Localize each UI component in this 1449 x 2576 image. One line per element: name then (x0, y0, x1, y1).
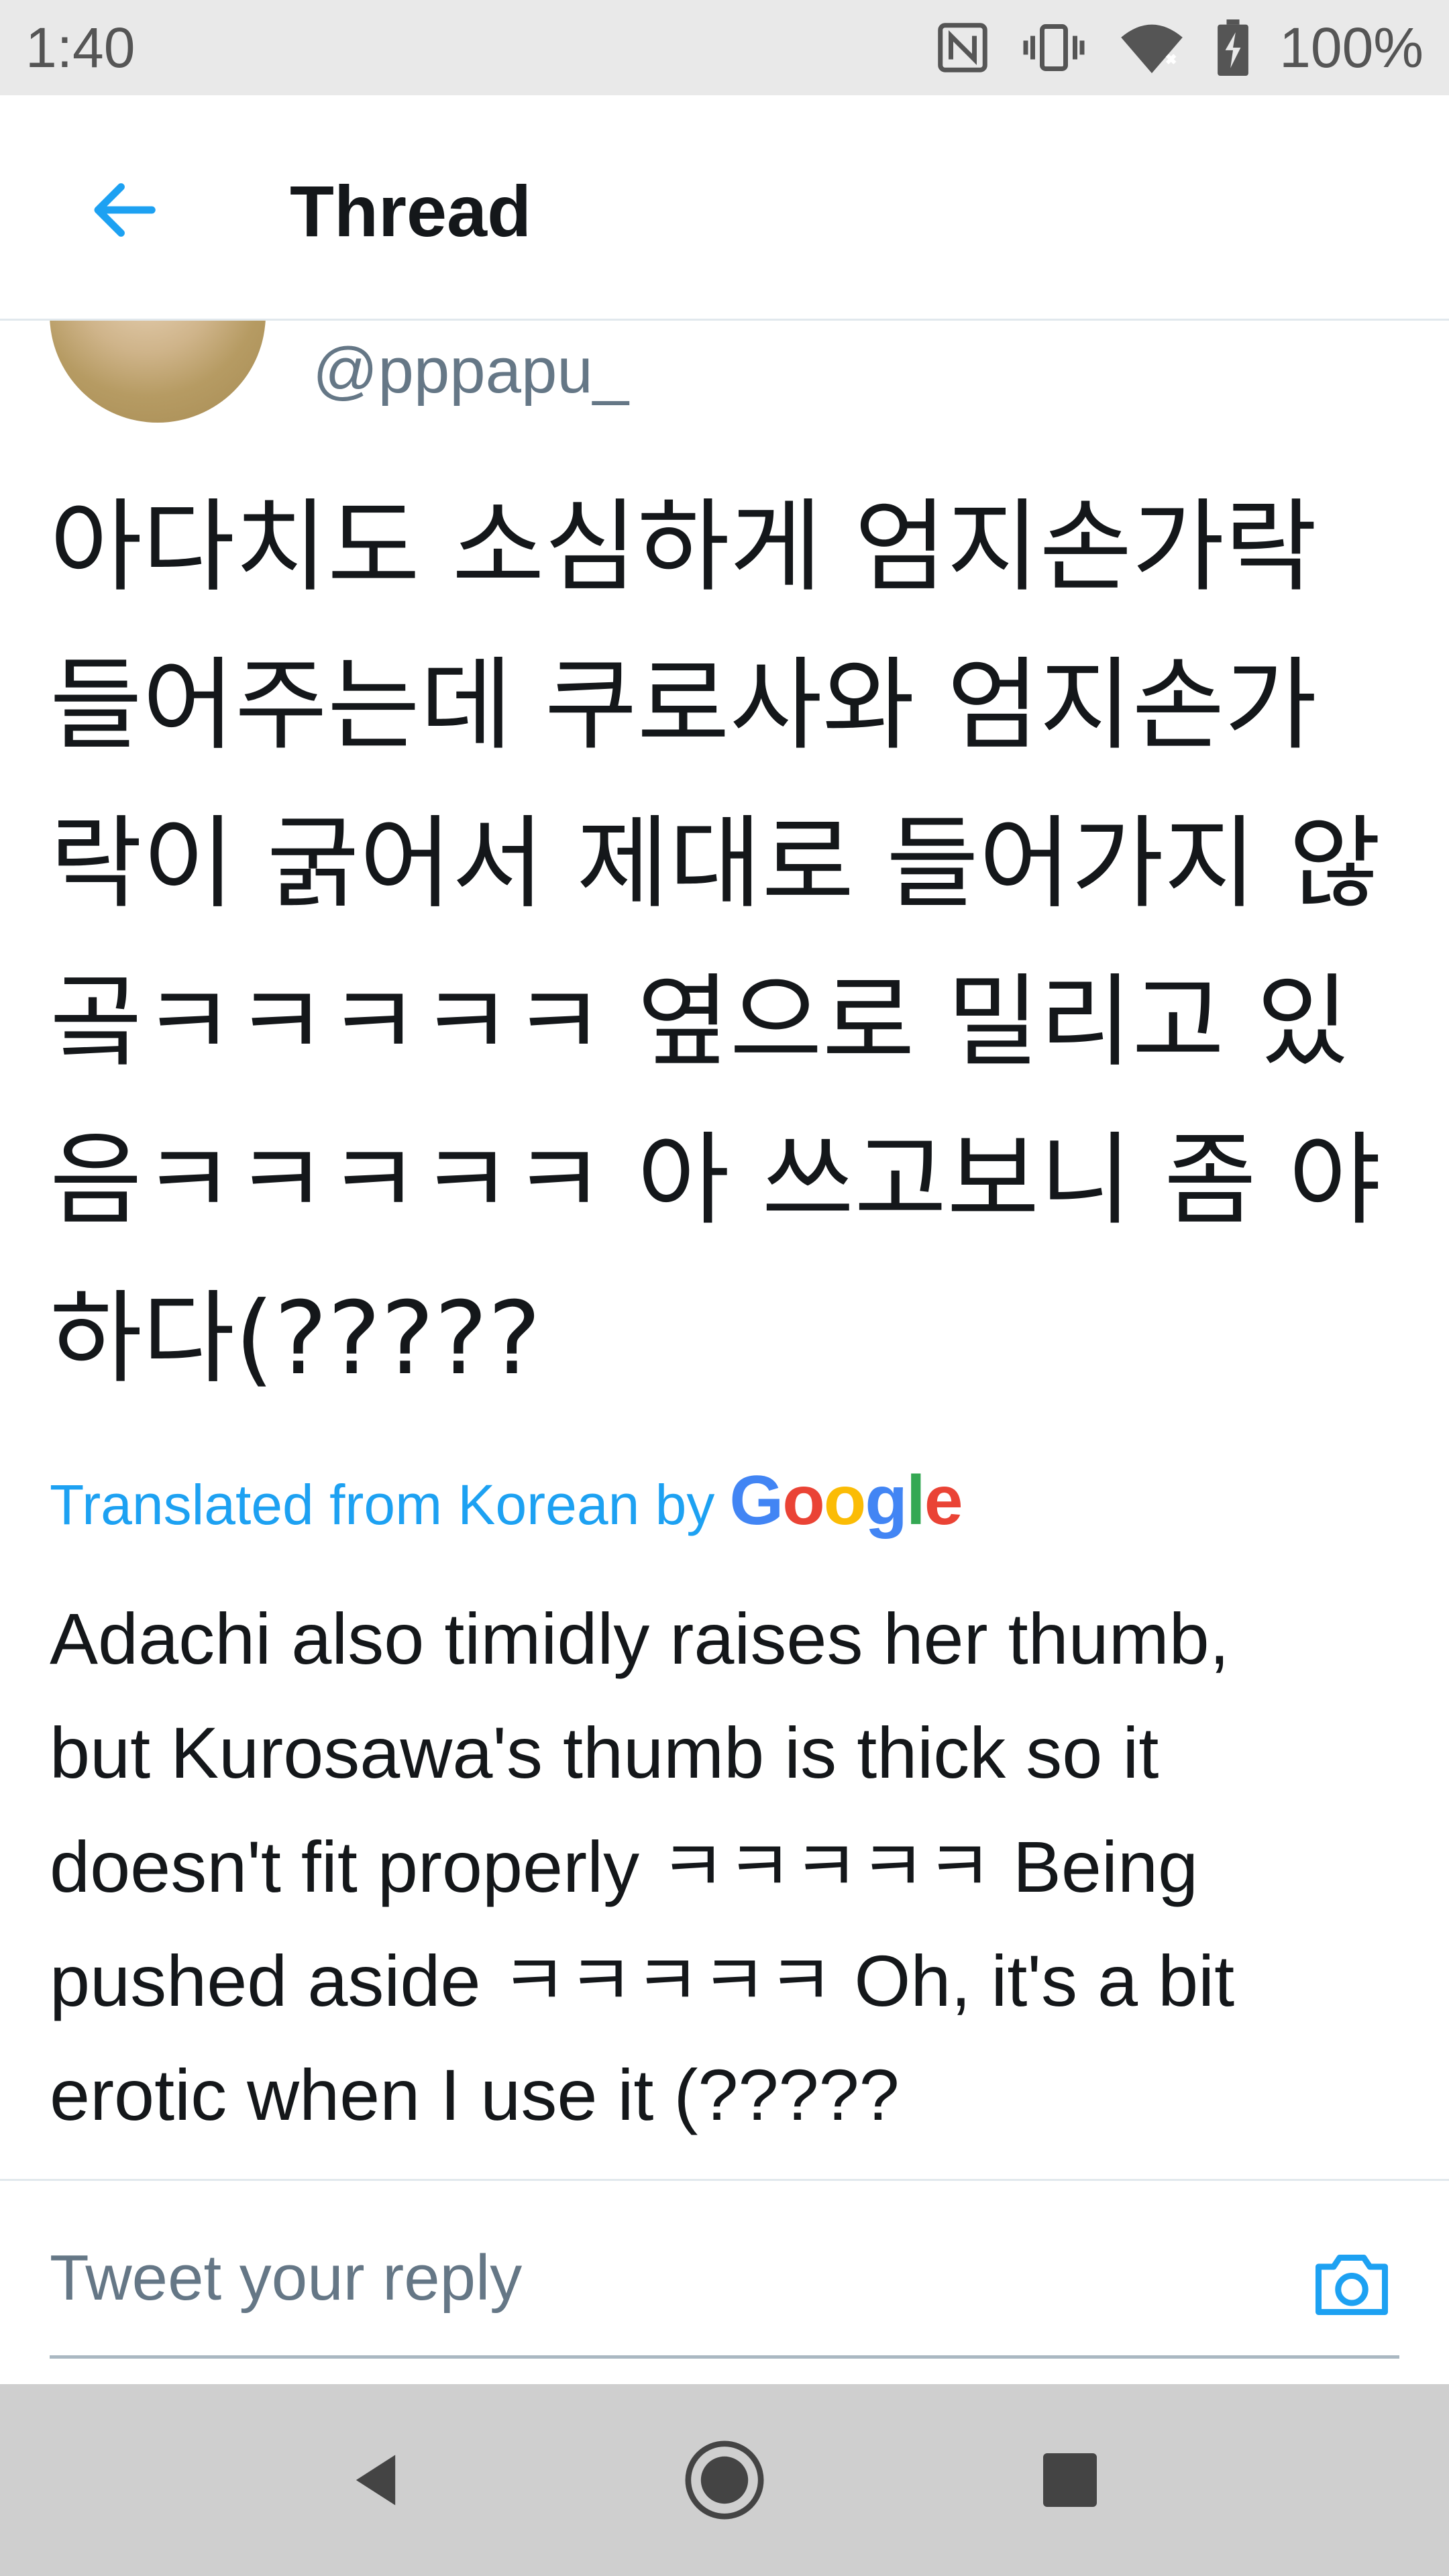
translation-attribution: Translated from Korean by Google (50, 1461, 963, 1541)
back-button[interactable] (74, 160, 174, 260)
navigation-bar (0, 2384, 1449, 2576)
translation-label: Translated from Korean by (50, 1473, 715, 1536)
battery-percent: 100% (1279, 15, 1424, 79)
nav-back-button[interactable] (332, 2436, 419, 2524)
arrow-left-icon (94, 183, 156, 237)
translated-text: Adachi also timidly raises her thumb, bu… (50, 1598, 1235, 2135)
home-circle-icon (685, 2440, 764, 2520)
nav-recents-button[interactable] (1026, 2436, 1114, 2524)
status-icons: 100% (934, 15, 1424, 80)
avatar[interactable] (50, 321, 266, 423)
user-handle[interactable]: @pppapu_ (313, 334, 629, 408)
page-title: Thread (290, 170, 532, 252)
wifi-icon (1117, 19, 1187, 76)
app-bar: Thread (0, 95, 1449, 321)
battery-charging-icon (1216, 19, 1250, 76)
nfc-icon (934, 19, 991, 76)
status-bar: 1:40 100% (0, 0, 1449, 95)
google-logo: Google (729, 1462, 963, 1540)
recents-square-icon (1043, 2453, 1097, 2507)
nav-home-button[interactable] (681, 2436, 768, 2524)
reply-input[interactable]: Tweet your reply (50, 2241, 522, 2315)
reply-bar: Tweet your reply (0, 2179, 1449, 2384)
camera-button[interactable] (1308, 2241, 1395, 2328)
screen: 1:40 100% Thread @pppapu_ 아다치도 소심하게 엄지손가… (0, 0, 1449, 2576)
vibrate-icon (1020, 19, 1087, 76)
reply-input-underline (50, 2355, 1399, 2359)
tweet: @pppapu_ 아다치도 소심하게 엄지손가락 들어주는데 쿠로사와 엄지손가… (0, 321, 1449, 2179)
tweet-text: 아다치도 소심하게 엄지손가락 들어주는데 쿠로사와 엄지손가 락이 굵어서 제… (50, 489, 1381, 1397)
back-triangle-icon (356, 2455, 396, 2506)
status-time: 1:40 (25, 15, 136, 79)
camera-icon (1316, 2255, 1388, 2315)
